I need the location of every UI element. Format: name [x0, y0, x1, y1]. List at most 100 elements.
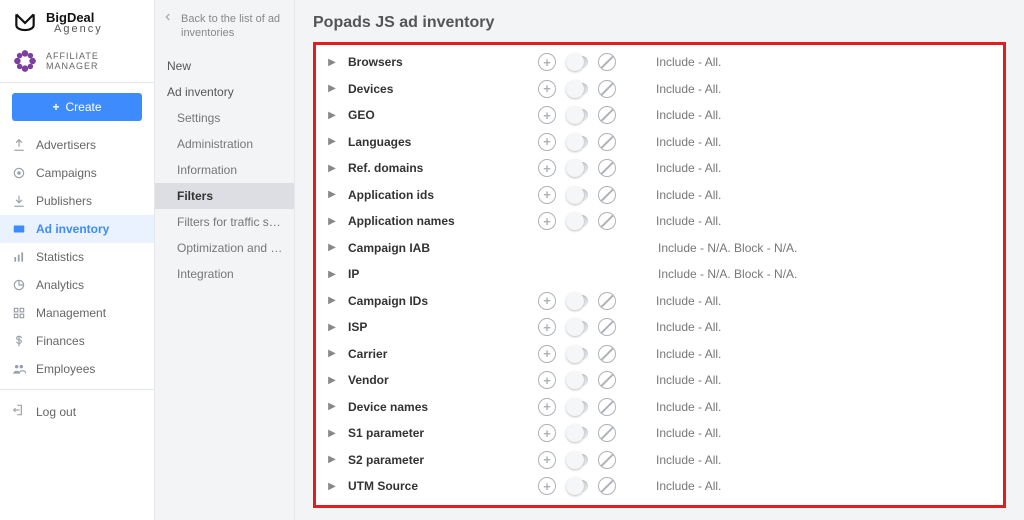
toggle-switch[interactable] — [566, 83, 588, 95]
toggle-switch[interactable] — [566, 295, 588, 307]
filter-status: Include - All. — [656, 294, 721, 308]
filter-row-s2-parameter[interactable]: ▶S2 parameter+Include - All. — [326, 447, 993, 474]
add-icon[interactable]: + — [538, 345, 556, 363]
block-icon[interactable] — [598, 133, 616, 151]
filter-row-devices[interactable]: ▶Devices+Include - All. — [326, 76, 993, 103]
people-icon — [12, 362, 26, 376]
filter-label: IP — [338, 267, 538, 281]
add-icon[interactable]: + — [538, 133, 556, 151]
nav-item-advertisers[interactable]: Advertisers — [0, 131, 154, 159]
secondary-item-optimization-and-rules[interactable]: Optimization and rules — [155, 235, 294, 261]
block-icon[interactable] — [598, 53, 616, 71]
filter-status: Include - All. — [656, 135, 721, 149]
toggle-switch[interactable] — [566, 348, 588, 360]
filter-row-browsers[interactable]: ▶Browsers+Include - All. — [326, 49, 993, 76]
toggle-switch[interactable] — [566, 480, 588, 492]
filter-row-device-names[interactable]: ▶Device names+Include - All. — [326, 394, 993, 421]
filter-row-ref-domains[interactable]: ▶Ref. domains+Include - All. — [326, 155, 993, 182]
add-icon[interactable]: + — [538, 424, 556, 442]
secondary-item-new[interactable]: New — [155, 53, 294, 79]
filter-row-s1-parameter[interactable]: ▶S1 parameter+Include - All. — [326, 420, 993, 447]
block-icon[interactable] — [598, 318, 616, 336]
toggle-switch[interactable] — [566, 56, 588, 68]
filter-label: UTM Source — [338, 479, 538, 493]
filter-status: Include - All. — [656, 188, 721, 202]
add-icon[interactable]: + — [538, 477, 556, 495]
logout-button[interactable]: Log out — [0, 396, 154, 427]
secondary-item-administration[interactable]: Administration — [155, 131, 294, 157]
filter-row-languages[interactable]: ▶Languages+Include - All. — [326, 129, 993, 156]
toggle-switch[interactable] — [566, 136, 588, 148]
toggle-switch[interactable] — [566, 454, 588, 466]
filter-status: Include - All. — [656, 453, 721, 467]
filter-row-carrier[interactable]: ▶Carrier+Include - All. — [326, 341, 993, 368]
filter-row-geo[interactable]: ▶GEO+Include - All. — [326, 102, 993, 129]
chevron-right-icon: ▶ — [326, 295, 338, 306]
brand: BigDeal Agency — [0, 0, 154, 42]
nav-item-analytics[interactable]: Analytics — [0, 271, 154, 299]
filter-status: Include - N/A. Block - N/A. — [658, 241, 797, 255]
toggle-switch[interactable] — [566, 215, 588, 227]
nav-item-finances[interactable]: Finances — [0, 327, 154, 355]
add-icon[interactable]: + — [538, 80, 556, 98]
secondary-item-ad-inventory[interactable]: Ad inventory — [155, 79, 294, 105]
add-icon[interactable]: + — [538, 451, 556, 469]
nav-item-ad-inventory[interactable]: Ad inventory — [0, 215, 154, 243]
block-icon[interactable] — [598, 212, 616, 230]
nav-item-management[interactable]: Management — [0, 299, 154, 327]
filter-row-application-names[interactable]: ▶Application names+Include - All. — [326, 208, 993, 235]
block-icon[interactable] — [598, 292, 616, 310]
secondary-item-integration[interactable]: Integration — [155, 261, 294, 287]
add-icon[interactable]: + — [538, 106, 556, 124]
toggle-switch[interactable] — [566, 189, 588, 201]
block-icon[interactable] — [598, 159, 616, 177]
secondary-item-information[interactable]: Information — [155, 157, 294, 183]
block-icon[interactable] — [598, 106, 616, 124]
chevron-right-icon: ▶ — [326, 242, 338, 253]
filter-row-vendor[interactable]: ▶Vendor+Include - All. — [326, 367, 993, 394]
nav-item-employees[interactable]: Employees — [0, 355, 154, 383]
toggle-switch[interactable] — [566, 162, 588, 174]
block-icon[interactable] — [598, 186, 616, 204]
secondary-item-filters-for-traffic-sour-[interactable]: Filters for traffic sour... — [155, 209, 294, 235]
add-icon[interactable]: + — [538, 186, 556, 204]
filter-label: GEO — [338, 108, 538, 122]
filter-row-utm-source[interactable]: ▶UTM Source+Include - All. — [326, 473, 993, 500]
add-icon[interactable]: + — [538, 371, 556, 389]
toggle-switch[interactable] — [566, 321, 588, 333]
filter-row-campaign-ids[interactable]: ▶Campaign IDs+Include - All. — [326, 288, 993, 315]
block-icon[interactable] — [598, 477, 616, 495]
block-icon[interactable] — [598, 80, 616, 98]
filter-status: Include - All. — [656, 161, 721, 175]
filter-row-ip[interactable]: ▶IPInclude - N/A. Block - N/A. — [326, 261, 993, 288]
filter-row-application-ids[interactable]: ▶Application ids+Include - All. — [326, 182, 993, 209]
secondary-item-settings[interactable]: Settings — [155, 105, 294, 131]
filter-status: Include - All. — [656, 479, 721, 493]
add-icon[interactable]: + — [538, 398, 556, 416]
add-icon[interactable]: + — [538, 212, 556, 230]
chevron-right-icon: ▶ — [326, 428, 338, 439]
toggle-switch[interactable] — [566, 401, 588, 413]
block-icon[interactable] — [598, 371, 616, 389]
nav-item-statistics[interactable]: Statistics — [0, 243, 154, 271]
create-button[interactable]: +Create — [12, 93, 142, 121]
block-icon[interactable] — [598, 424, 616, 442]
nav-item-publishers[interactable]: Publishers — [0, 187, 154, 215]
add-icon[interactable]: + — [538, 159, 556, 177]
secondary-item-filters[interactable]: Filters — [155, 183, 294, 209]
filter-row-campaign-iab[interactable]: ▶Campaign IABInclude - N/A. Block - N/A. — [326, 235, 993, 262]
add-icon[interactable]: + — [538, 292, 556, 310]
block-icon[interactable] — [598, 345, 616, 363]
toggle-switch[interactable] — [566, 374, 588, 386]
back-link[interactable]: Back to the list of ad inventories — [155, 8, 294, 53]
filter-row-isp[interactable]: ▶ISP+Include - All. — [326, 314, 993, 341]
toggle-switch[interactable] — [566, 427, 588, 439]
block-icon[interactable] — [598, 451, 616, 469]
filter-label: Device names — [338, 400, 538, 414]
add-icon[interactable]: + — [538, 318, 556, 336]
add-icon[interactable]: + — [538, 53, 556, 71]
nav-item-campaigns[interactable]: Campaigns — [0, 159, 154, 187]
nav-item-label: Statistics — [36, 250, 84, 264]
toggle-switch[interactable] — [566, 109, 588, 121]
block-icon[interactable] — [598, 398, 616, 416]
